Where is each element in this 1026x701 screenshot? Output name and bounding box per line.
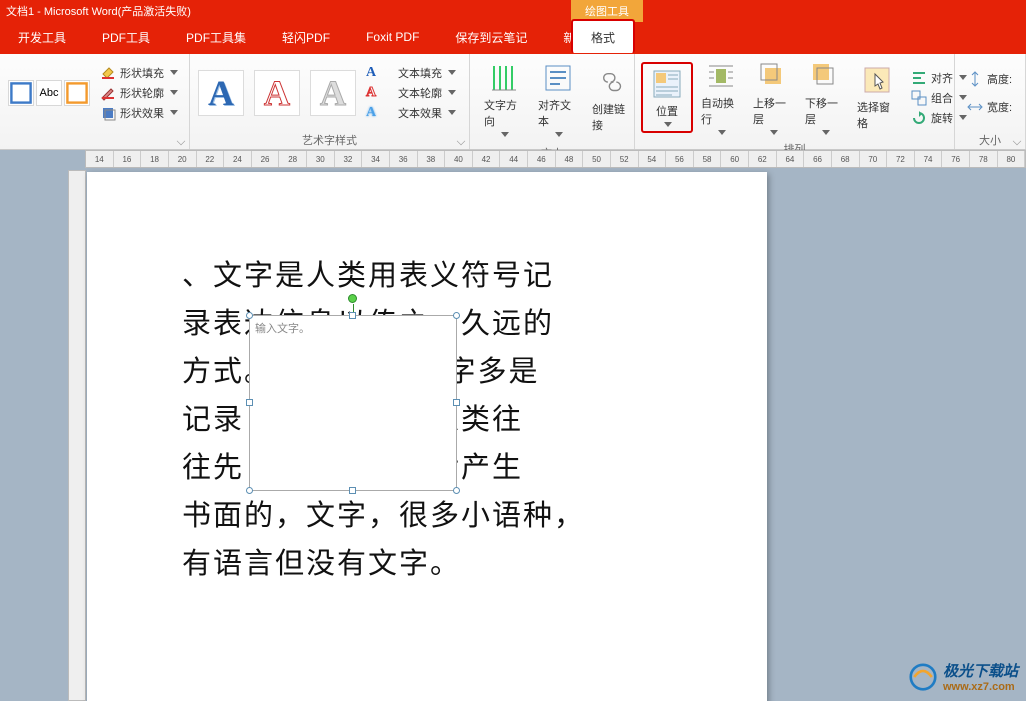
selection-pane-icon: [861, 64, 893, 96]
position-icon: [651, 68, 683, 100]
resize-handle-ne[interactable]: [453, 312, 460, 319]
resize-handle-e[interactable]: [453, 399, 460, 406]
letter-a-glow-icon: A: [366, 105, 394, 121]
selection-pane-button[interactable]: 选择窗格: [851, 60, 903, 135]
text-effects-button[interactable]: A文本效果: [362, 104, 460, 122]
wrap-text-button[interactable]: 自动换行: [695, 56, 747, 139]
width-icon: [967, 99, 983, 115]
tab-pdfset[interactable]: PDF工具集: [168, 21, 264, 53]
bring-forward-icon: [757, 60, 789, 92]
wordart-launcher[interactable]: [457, 137, 465, 145]
group-arrange: 位置 自动换行 上移一层 下移一层 选择窗格 对齐 组合 旋转 排列: [635, 54, 955, 149]
letter-a-outline-icon: A: [366, 85, 394, 101]
ribbon-tabs: 开发工具 PDF工具 PDF工具集 轻闪PDF Foxit PDF 保存到云笔记…: [0, 22, 1026, 54]
resize-handle-s[interactable]: [349, 487, 356, 494]
resize-handle-w[interactable]: [246, 399, 253, 406]
rotation-handle[interactable]: [348, 294, 357, 303]
horizontal-ruler[interactable]: 1416182022242628303234363840424446485052…: [85, 150, 1026, 168]
watermark-logo-icon: [909, 663, 937, 691]
tab-pdf[interactable]: PDF工具: [84, 21, 168, 53]
shape-fill-button[interactable]: 形状填充: [96, 64, 182, 82]
wordart-3[interactable]: A: [310, 70, 356, 116]
vertical-ruler[interactable]: [68, 170, 86, 701]
wordart-1[interactable]: A: [198, 70, 244, 116]
pen-icon: [100, 85, 116, 101]
group-wordart: A A A A文本填充 A文本轮廓 A文本效果 艺术字样式: [190, 54, 470, 149]
create-link-button[interactable]: 创建链接: [586, 62, 638, 137]
quick-style-3[interactable]: [64, 80, 90, 106]
contextual-tab-group-label: 绘图工具: [585, 3, 629, 19]
wordart-gallery[interactable]: A A A: [198, 70, 356, 116]
quick-styles[interactable]: Abc: [8, 80, 90, 106]
title-bar: 文档1 - Microsoft Word(产品激活失败) 绘图工具: [0, 0, 1026, 22]
bucket-icon: [100, 65, 116, 81]
height-field[interactable]: 高度:: [963, 70, 1016, 88]
watermark-name: 极光下载站: [943, 660, 1018, 681]
group-shape-styles: Abc 形状填充 形状轮廓 形状效果: [0, 54, 190, 149]
shape-effects-button[interactable]: 形状效果: [96, 104, 182, 122]
text-direction-icon: [488, 62, 520, 94]
resize-handle-n[interactable]: [349, 312, 356, 319]
text-fill-button[interactable]: A文本填充: [362, 64, 460, 82]
shape-outline-button[interactable]: 形状轮廓: [96, 84, 182, 102]
text-outline-button[interactable]: A文本轮廓: [362, 84, 460, 102]
align-icon: [911, 70, 927, 86]
resize-handle-se[interactable]: [453, 487, 460, 494]
text-box[interactable]: 输入文字。: [249, 315, 457, 491]
text-direction-button[interactable]: 文字方向: [478, 58, 530, 141]
watermark-url: www.xz7.com: [943, 681, 1018, 693]
bring-forward-button[interactable]: 上移一层: [747, 56, 799, 139]
group-icon: [911, 90, 927, 106]
send-backward-icon: [809, 60, 841, 92]
effects-icon: [100, 105, 116, 121]
textbox-placeholder: 输入文字。: [250, 316, 456, 340]
height-icon: [967, 71, 983, 87]
quick-style-2[interactable]: Abc: [36, 80, 62, 106]
resize-handle-nw[interactable]: [246, 312, 253, 319]
wordart-2[interactable]: A: [254, 70, 300, 116]
group-text: 文字方向 对齐文本 创建链接 文本: [470, 54, 635, 149]
width-field[interactable]: 宽度:: [963, 98, 1016, 116]
ribbon: Abc 形状填充 形状轮廓 形状效果 A A A A文本填充 A文本轮廓 A文本…: [0, 54, 1026, 150]
tab-format[interactable]: 格式: [571, 19, 635, 53]
tab-lightpdf[interactable]: 轻闪PDF: [264, 21, 348, 53]
resize-handle-sw[interactable]: [246, 487, 253, 494]
rotate-icon: [911, 110, 927, 126]
quick-style-1[interactable]: [8, 80, 34, 106]
send-backward-button[interactable]: 下移一层: [799, 56, 851, 139]
align-text-icon: [542, 62, 574, 94]
document-area: 1416182022242628303234363840424446485052…: [0, 150, 1026, 701]
tab-cloud[interactable]: 保存到云笔记: [437, 21, 545, 53]
link-icon: [596, 66, 628, 98]
watermark: 极光下载站 www.xz7.com: [909, 660, 1018, 693]
window-title: 文档1 - Microsoft Word(产品激活失败): [6, 3, 191, 19]
wordart-group-label: 艺术字样式: [302, 132, 357, 148]
wrap-icon: [705, 60, 737, 92]
group-size: 高度: 宽度: 大小: [955, 54, 1026, 149]
position-button[interactable]: 位置: [641, 62, 693, 133]
align-text-button[interactable]: 对齐文本: [532, 58, 584, 141]
letter-a-fill-icon: A: [366, 65, 394, 81]
size-launcher[interactable]: [1013, 137, 1021, 145]
size-group-label: 大小: [979, 132, 1001, 148]
tab-dev[interactable]: 开发工具: [0, 21, 84, 53]
shape-styles-launcher[interactable]: [177, 137, 185, 145]
page[interactable]: 、文字是人类用表义符号记录表达信息以传之，久远的方式。 文字多是记录 人类往往先…: [87, 172, 767, 701]
tab-foxit[interactable]: Foxit PDF: [348, 21, 437, 53]
